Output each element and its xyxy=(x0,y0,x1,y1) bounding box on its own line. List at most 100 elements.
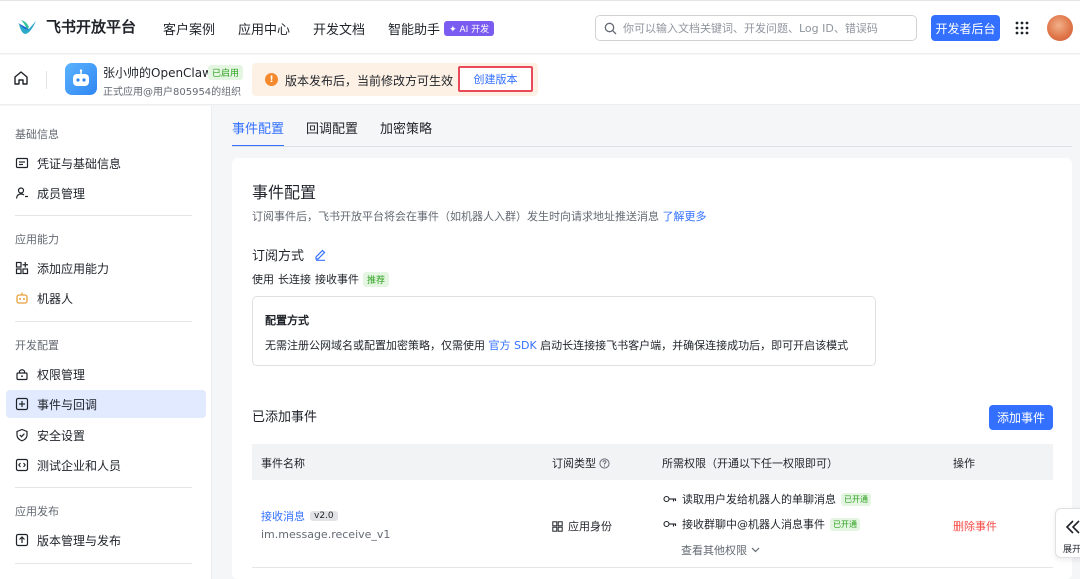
warning-icon: ! xyxy=(265,73,278,86)
divider xyxy=(46,71,47,89)
expand-panel-button[interactable]: 展开 xyxy=(1055,508,1080,558)
recommended-badge: 推荐 xyxy=(363,271,390,287)
learn-more-link[interactable]: 了解更多 xyxy=(663,210,707,223)
config-method-title: 配置方式 xyxy=(265,314,309,327)
sidebar-item-test-org[interactable]: 测试企业和人员 xyxy=(6,451,206,479)
sidebar-item-label: 安全设置 xyxy=(37,428,86,443)
col-subscription-type: 订阅类型 xyxy=(552,455,610,471)
subscription-type: 应用身份 xyxy=(552,518,612,534)
config-method-box: 配置方式 无需注册公网域名或配置加密策略，仅需使用 官方 SDK 启动长连接接飞… xyxy=(252,296,876,366)
sidebar-item-bot[interactable]: 机器人 xyxy=(6,284,206,312)
sidebar-item-label: 机器人 xyxy=(37,291,74,306)
config-method-desc: 无需注册公网域名或配置加密策略，仅需使用 官方 SDK 启动长连接接飞书客户端，… xyxy=(265,337,848,353)
events-table-header: 事件名称 订阅类型 所需权限（开通以下任一权限即可） 操作 xyxy=(252,444,1053,480)
key-icon xyxy=(663,495,677,503)
sidebar-item-label: 版本管理与发布 xyxy=(37,533,122,548)
permission-item: 接收群聊中@机器人消息事件 已开通 xyxy=(663,516,860,532)
ai-dev-badge: ✦ AI 开发 xyxy=(444,21,495,36)
add-event-button[interactable]: 添加事件 xyxy=(989,405,1053,430)
brand-logo[interactable]: 飞书开放平台 xyxy=(16,16,136,37)
sidebar-item-label: 添加应用能力 xyxy=(37,261,110,276)
search-input[interactable] xyxy=(623,21,903,35)
user-icon xyxy=(15,187,28,199)
config-desc-suffix: 启动长连接接飞书客户端，并确保连接成功后，即可开启该模式 xyxy=(540,339,849,352)
key-icon xyxy=(663,520,677,528)
app-identity-icon xyxy=(552,520,563,532)
app-robot-icon xyxy=(65,63,97,95)
nav-link-customer-cases[interactable]: 客户案例 xyxy=(163,19,215,38)
event-config-card: 事件配置 订阅事件后，飞书开放平台将会在事件（如机器人入群）发生时向请求地址推送… xyxy=(232,158,1072,579)
chevron-down-icon xyxy=(751,547,760,553)
sidebar-item-permissions[interactable]: 权限管理 xyxy=(6,360,206,388)
sidebar-section-dev-config: 开发配置 xyxy=(15,339,59,352)
page-title: 事件配置 xyxy=(252,183,317,202)
nav-links: 客户案例 应用中心 开发文档 智能助手 ✦ AI 开发 xyxy=(163,19,495,38)
divider xyxy=(232,146,1072,147)
search-box[interactable] xyxy=(595,15,917,41)
brand-name: 飞书开放平台 xyxy=(46,18,137,36)
event-name-label: 接收消息 xyxy=(261,510,305,523)
subscription-type-label: 应用身份 xyxy=(568,520,612,533)
tab-encryption[interactable]: 加密策略 xyxy=(380,118,432,147)
added-events-title: 已添加事件 xyxy=(252,410,318,425)
event-plus-icon xyxy=(15,397,29,411)
expand-label: 展开 xyxy=(1063,545,1080,555)
notice-text: 版本发布后，当前修改方可生效 xyxy=(285,74,454,88)
developer-console-button[interactable]: 开发者后台 xyxy=(931,15,1000,41)
enabled-badge: 已开通 xyxy=(830,517,860,531)
shield-icon xyxy=(16,428,28,442)
create-version-button[interactable]: 创建版本 xyxy=(458,66,533,92)
tab-callback-config[interactable]: 回调配置 xyxy=(306,118,358,147)
help-icon[interactable] xyxy=(599,457,610,469)
home-icon[interactable] xyxy=(12,69,30,87)
enabled-badge: 已开通 xyxy=(841,492,871,506)
col-required-permissions: 所需权限（开通以下任一权限即可） xyxy=(662,457,838,470)
edit-pencil-icon[interactable] xyxy=(314,248,327,261)
nav-link-ai-assistant[interactable]: 智能助手 ✦ AI 开发 xyxy=(388,19,495,38)
app-grid-icon[interactable] xyxy=(1015,21,1029,35)
permission-label: 接收群聊中@机器人消息事件 xyxy=(682,518,825,531)
sidebar-item-label: 事件与回调 xyxy=(37,397,98,412)
sidebar-section-capabilities: 应用能力 xyxy=(15,233,59,246)
event-code: im.message.receive_v1 xyxy=(261,528,391,541)
delete-event-button[interactable]: 删除事件 xyxy=(953,518,997,534)
upload-icon xyxy=(15,533,29,547)
tab-event-config[interactable]: 事件配置 xyxy=(232,118,285,147)
nav-link-app-center[interactable]: 应用中心 xyxy=(238,19,290,38)
app-status-badge: 已启用 xyxy=(208,65,244,80)
event-name[interactable]: 接收消息 v2.0 xyxy=(261,508,338,524)
add-grid-icon xyxy=(15,261,29,275)
col-actions: 操作 xyxy=(953,457,975,470)
app-name: 张小帅的OpenClaw xyxy=(103,66,212,80)
sidebar-item-events-callbacks[interactable]: 事件与回调 xyxy=(6,390,206,418)
permission-label: 读取用户发给机器人的单聊消息 xyxy=(682,493,836,506)
feishu-logo-icon xyxy=(18,19,36,34)
nav-link-ai-assistant-label: 智能助手 xyxy=(388,23,441,38)
sidebar-item-label: 成员管理 xyxy=(37,186,86,201)
divider xyxy=(15,563,192,564)
nav-link-dev-docs[interactable]: 开发文档 xyxy=(313,19,365,38)
tab-bar: 事件配置 回调配置 加密策略 xyxy=(232,118,432,147)
divider xyxy=(15,321,192,322)
description-text: 订阅事件后，飞书开放平台将会在事件（如机器人入群）发生时向请求地址推送消息 xyxy=(252,210,659,223)
sidebar-item-add-capability[interactable]: 添加应用能力 xyxy=(6,254,206,282)
official-sdk-link[interactable]: 官方 SDK xyxy=(489,339,537,352)
permission-item: 读取用户发给机器人的单聊消息 已开通 xyxy=(663,491,871,507)
robot-icon xyxy=(16,292,28,304)
table-row: 接收消息 v2.0 im.message.receive_v1 应用身份 读取用… xyxy=(252,480,1053,568)
subscription-title: 订阅方式 xyxy=(252,249,305,264)
sidebar-item-members[interactable]: 成员管理 xyxy=(6,179,206,207)
sidebar-item-credentials[interactable]: 凭证与基础信息 xyxy=(6,149,206,177)
divider xyxy=(15,215,192,216)
double-chevron-left-icon xyxy=(1065,520,1080,534)
user-avatar[interactable] xyxy=(1047,15,1073,41)
sidebar-section-publish: 应用发布 xyxy=(15,505,59,518)
view-more-permissions[interactable]: 查看其他权限 xyxy=(681,542,760,558)
id-card-icon xyxy=(15,157,29,169)
sidebar-item-version-release[interactable]: 版本管理与发布 xyxy=(6,526,206,554)
publish-notice: ! 版本发布后，当前修改方可生效 创建版本 xyxy=(252,63,538,96)
col-subscription-type-label: 订阅类型 xyxy=(552,457,596,470)
subscription-mode: 使用 长连接 接收事件 推荐 xyxy=(252,271,390,287)
lock-icon xyxy=(16,369,28,381)
sidebar-item-security[interactable]: 安全设置 xyxy=(6,421,206,449)
